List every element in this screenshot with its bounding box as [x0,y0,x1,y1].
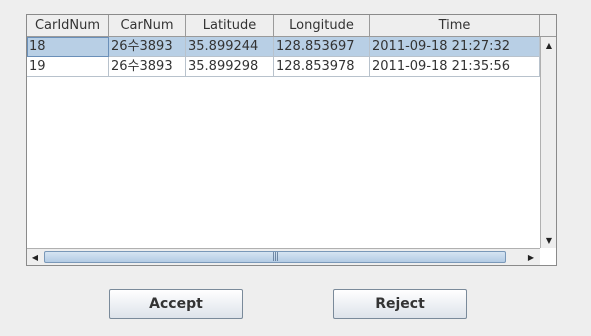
table-row[interactable]: 18 26수3893 35.899244 128.853697 2011-09-… [27,37,540,57]
reject-button[interactable]: Reject [333,289,467,319]
column-header-carnum[interactable]: CarNum [109,15,186,36]
column-header-latitude[interactable]: Latitude [186,15,274,36]
table-cell[interactable]: 35.899244 [186,37,274,57]
table-cell[interactable]: 128.853978 [274,57,370,77]
table-cell[interactable]: 35.899298 [186,57,274,77]
table-cell[interactable]: 26수3893 [109,57,186,77]
vertical-scrollbar[interactable]: ▲ ▼ [540,37,556,248]
horizontal-scrollbar[interactable]: ◀ ||| ▶ [27,248,540,265]
table-header: CarIdNum CarNum Latitude Longitude Time [27,15,540,37]
table-cell[interactable]: 2011-09-18 21:27:32 [370,37,540,57]
column-header-caridnum[interactable]: CarIdNum [27,15,109,36]
column-header-time[interactable]: Time [370,15,540,36]
table-body: 18 26수3893 35.899244 128.853697 2011-09-… [27,37,540,77]
table-cell[interactable]: 26수3893 [109,37,186,57]
table-cell[interactable]: 2011-09-18 21:35:56 [370,57,540,77]
table-header-corner [540,15,556,37]
horizontal-scroll-thumb[interactable]: ||| [44,251,506,263]
arrow-up-icon[interactable]: ▲ [541,37,556,53]
arrow-left-icon[interactable]: ◀ [27,249,43,265]
column-header-longitude[interactable]: Longitude [274,15,370,36]
arrow-right-icon[interactable]: ▶ [523,249,539,265]
table-row[interactable]: 19 26수3893 35.899298 128.853978 2011-09-… [27,57,540,77]
grip-icon: ||| [271,251,279,262]
accept-button[interactable]: Accept [109,289,243,319]
table-cell[interactable]: 128.853697 [274,37,370,57]
table-cell[interactable]: 18 [27,37,109,57]
table-scroll-pane: CarIdNum CarNum Latitude Longitude Time … [26,14,557,266]
arrow-down-icon[interactable]: ▼ [541,232,556,248]
table-cell[interactable]: 19 [27,57,109,77]
